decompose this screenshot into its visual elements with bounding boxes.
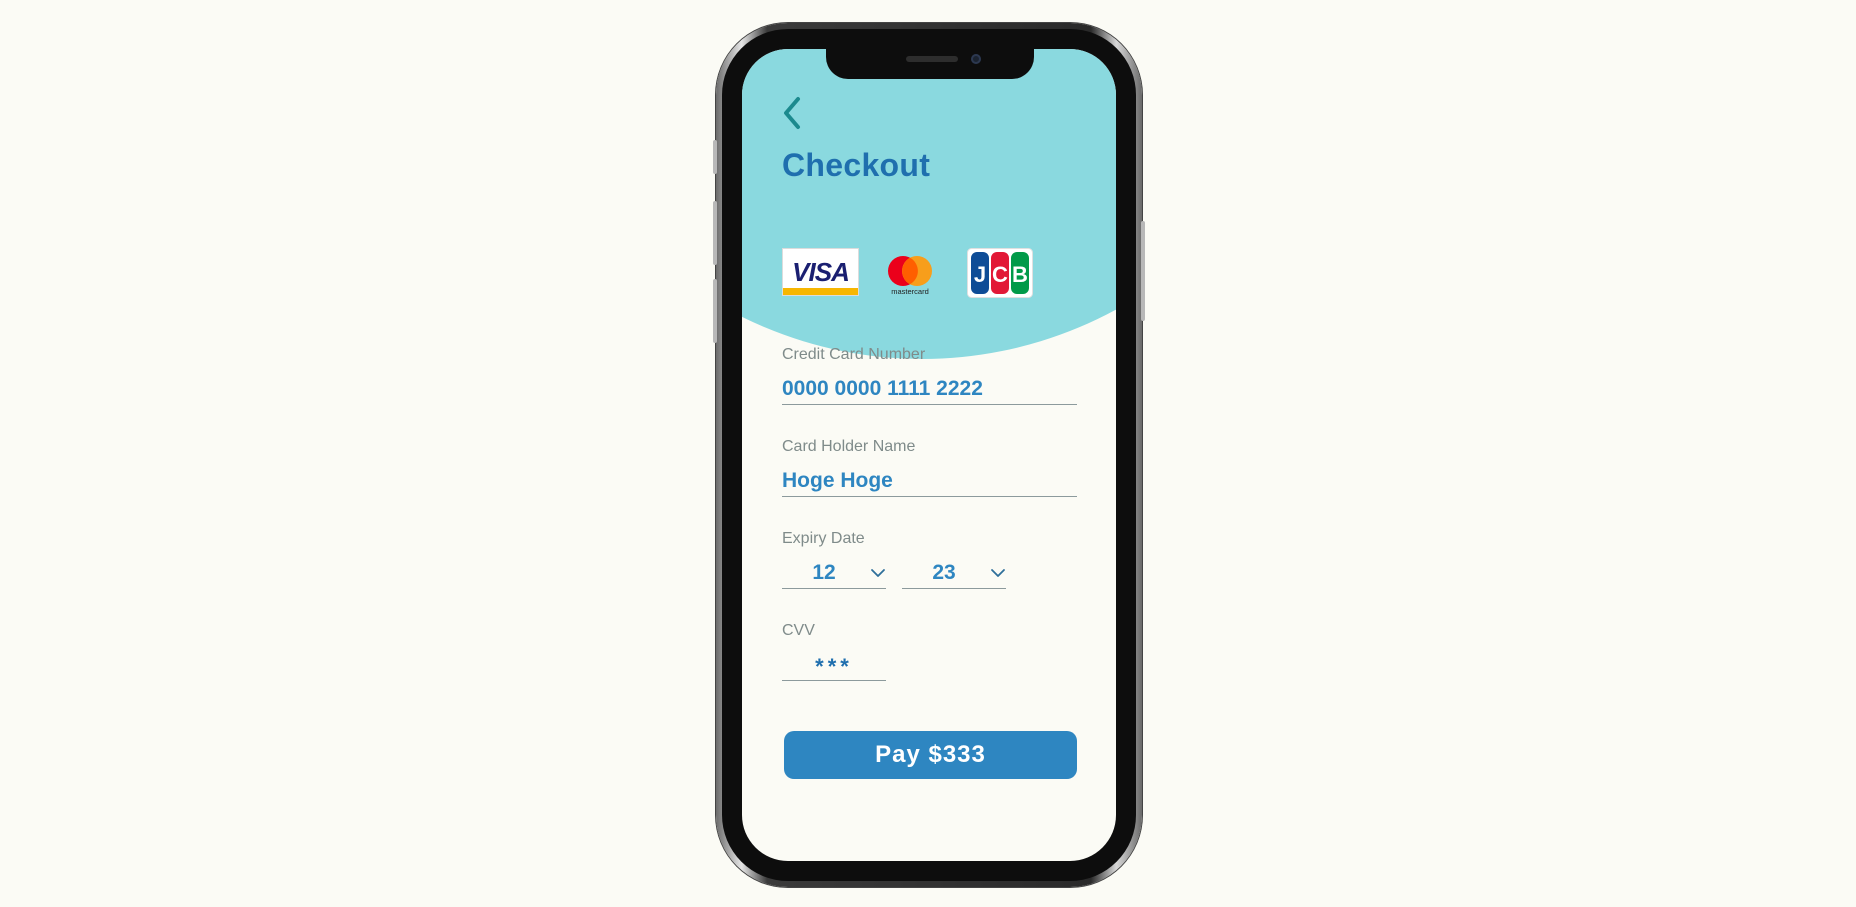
front-camera [971, 54, 981, 64]
expiry-year-value: 23 [932, 561, 956, 584]
mute-switch [713, 140, 717, 174]
card-number-input[interactable]: 0000 0000 1111 2222 [782, 377, 983, 401]
cvv-label: CVV [782, 622, 815, 639]
speaker-grille [906, 56, 958, 62]
chevron-down-icon [871, 569, 885, 577]
expiry-month-select[interactable]: 12 [782, 559, 886, 589]
chevron-down-icon [991, 569, 1005, 577]
jcb-letter-j: J [974, 262, 986, 287]
card-holder-input[interactable]: Hoge Hoge [782, 469, 893, 493]
volume-up-button [713, 201, 717, 265]
jcb-letter-c: C [992, 262, 1008, 287]
pay-button[interactable]: Pay $333 [784, 731, 1077, 779]
expiry-month-value: 12 [812, 561, 836, 584]
page-title: Checkout [782, 147, 931, 183]
volume-down-button [713, 279, 717, 343]
cvv-underline [782, 680, 886, 681]
card-number-label: Credit Card Number [782, 346, 926, 363]
notch [826, 49, 1034, 79]
expiry-date-label: Expiry Date [782, 530, 865, 547]
jcb-letter-b: B [1012, 262, 1028, 287]
chevron-left-icon [784, 97, 800, 129]
expiry-year-underline [902, 588, 1006, 589]
mastercard-icon: mastercard [888, 256, 932, 296]
power-button [1141, 221, 1145, 321]
visa-stripe [783, 288, 858, 295]
jcb-icon: J C B [967, 248, 1033, 298]
card-number-underline [782, 404, 1077, 405]
expiry-year-select[interactable]: 23 [902, 559, 1006, 589]
mastercard-wordmark: mastercard [891, 287, 929, 296]
cvv-input[interactable]: *** [782, 654, 886, 680]
expiry-month-underline [782, 588, 886, 589]
phone-frame: Checkout VISA mastercard J C B Credit Ca… [713, 23, 1145, 887]
visa-logo[interactable]: VISA [782, 248, 859, 296]
card-holder-underline [782, 496, 1077, 497]
visa-wordmark: VISA [792, 257, 850, 287]
back-button[interactable] [778, 93, 808, 133]
card-holder-label: Card Holder Name [782, 438, 916, 455]
jcb-logo[interactable]: J C B [967, 248, 1033, 298]
app-screen: Checkout VISA mastercard J C B Credit Ca… [742, 49, 1116, 861]
mastercard-logo[interactable]: mastercard [885, 254, 935, 296]
